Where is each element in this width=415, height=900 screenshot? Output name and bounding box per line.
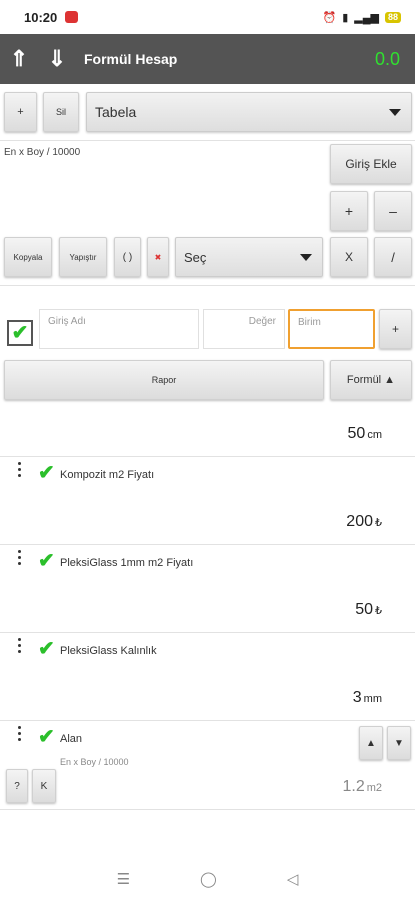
signal-icon: ▂▄▆ (354, 11, 379, 24)
sim-icon: ▮ (342, 11, 349, 24)
minus-button[interactable]: – (374, 191, 412, 231)
result-value: 0.0 (374, 48, 400, 69)
battery-icon: 88 (384, 11, 401, 23)
value-number: 50 (355, 601, 373, 618)
system-nav-bar: ☰ ◯ ◁ (0, 858, 415, 900)
divider (0, 544, 415, 545)
item-value: 3 mm (353, 689, 382, 707)
value-number: 50 (347, 425, 366, 442)
value-number: 3 (352, 689, 362, 706)
add-table-button[interactable]: + (4, 92, 37, 132)
more-options-icon[interactable] (14, 462, 24, 477)
divider (0, 285, 415, 286)
enable-checkbox[interactable]: ✔ (7, 320, 33, 346)
more-options-icon[interactable] (14, 550, 24, 565)
item-label: Kompozit m2 Fiyatı (60, 469, 155, 481)
arrow-down-icon[interactable]: ⇓ (38, 46, 76, 72)
item-value: 50 cm (348, 425, 382, 443)
page-title: Formül Hesap (84, 51, 178, 67)
value-unit: ₺ (375, 517, 382, 529)
parentheses-button[interactable]: ( ) (114, 237, 141, 277)
variable-select[interactable]: Seç (175, 237, 323, 277)
report-button[interactable]: Rapor (4, 360, 324, 400)
value-unit: m2 (366, 782, 382, 794)
input-value-field[interactable]: Değer (203, 309, 285, 349)
check-icon[interactable]: ✔ (38, 548, 55, 573)
check-icon[interactable]: ✔ (38, 724, 55, 749)
value-unit: ₺ (375, 605, 382, 617)
more-options-icon[interactable] (14, 638, 24, 653)
alarm-icon: ⏰ (322, 11, 337, 24)
divider (0, 140, 415, 141)
divider (0, 720, 415, 721)
item-value: 1.2 m2 (342, 778, 382, 796)
notification-icon (65, 11, 79, 23)
home-icon[interactable]: ◯ (200, 870, 217, 888)
check-icon[interactable]: ✔ (38, 636, 55, 661)
more-options-icon[interactable] (14, 726, 24, 741)
copy-button[interactable]: Kopyala (4, 237, 52, 277)
item-label: Alan (60, 733, 83, 745)
variable-select-value: Seç (184, 249, 207, 265)
value-number: 200 (346, 513, 373, 530)
item-label: PleksiGlass 1mm m2 Fiyatı (60, 557, 194, 569)
move-down-button[interactable]: ▼ (387, 726, 411, 760)
chevron-down-icon (389, 109, 401, 116)
k-button[interactable]: K (32, 769, 56, 803)
value-number: 1.2 (342, 778, 365, 795)
item-value: 50 ₺ (355, 601, 382, 619)
item-formula: En x Boy / 10000 (60, 757, 129, 767)
table-select[interactable]: Tabela (86, 92, 412, 132)
menu-icon[interactable]: ☰ (117, 870, 130, 888)
add-input-row-button[interactable]: + (379, 309, 412, 349)
formula-expression[interactable]: En x Boy / 10000 (4, 147, 80, 158)
app-bar: ⇑ ⇓ Formül Hesap 0.0 (0, 34, 415, 84)
table-select-value: Tabela (95, 104, 137, 120)
help-button[interactable]: ? (6, 769, 28, 803)
add-input-button[interactable]: Giriş Ekle (330, 144, 412, 184)
value-unit: mm (363, 693, 382, 705)
plus-button[interactable]: + (330, 191, 368, 231)
move-up-button[interactable]: ▲ (359, 726, 383, 760)
delete-button[interactable]: Sil (43, 92, 79, 132)
check-icon[interactable]: ✔ (38, 460, 55, 485)
clear-button[interactable]: ✖ (147, 237, 169, 277)
paste-button[interactable]: Yapıştır (59, 237, 107, 277)
check-icon: ✔ (11, 322, 29, 344)
arrow-up-icon[interactable]: ⇑ (0, 46, 38, 72)
status-time: 10:20 (24, 9, 58, 25)
status-bar: 10:20 ⏰ ▮ ▂▄▆ 88 (0, 0, 415, 34)
input-name-field[interactable]: Giriş Adı (39, 309, 199, 349)
multiply-button[interactable]: X (330, 237, 368, 277)
input-unit-field[interactable]: Birim (288, 309, 375, 349)
divider (0, 632, 415, 633)
divider (0, 456, 415, 457)
back-icon[interactable]: ◁ (287, 870, 299, 888)
status-icons: ⏰ ▮ ▂▄▆ 88 (322, 11, 401, 24)
chevron-down-icon (300, 254, 312, 261)
item-label: PleksiGlass Kalınlık (60, 645, 157, 657)
divide-button[interactable]: / (374, 237, 412, 277)
formula-toggle-button[interactable]: Formül ▲ (330, 360, 412, 400)
value-unit: cm (367, 429, 382, 441)
divider (0, 809, 415, 810)
item-value: 200 ₺ (346, 513, 382, 531)
